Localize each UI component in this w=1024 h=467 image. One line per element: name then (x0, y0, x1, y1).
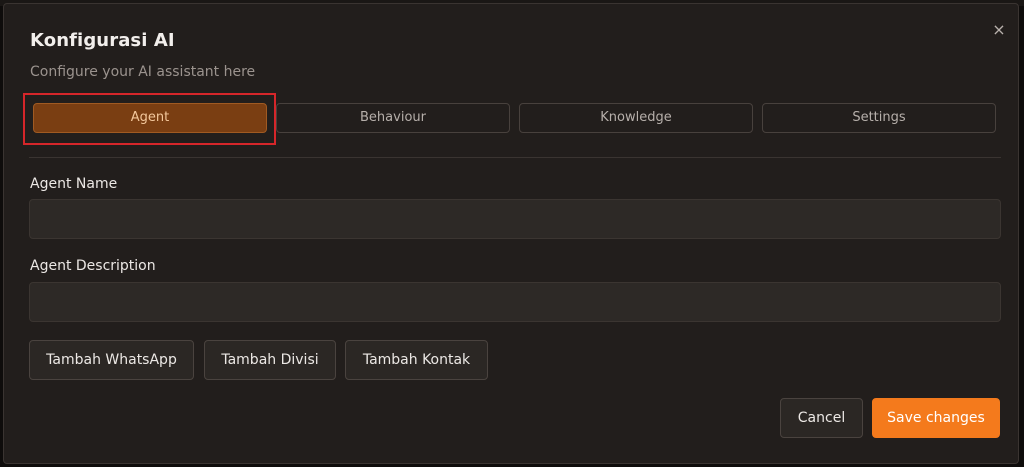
cancel-button[interactable]: Cancel (780, 398, 863, 438)
dialog-subtitle: Configure your AI assistant here (30, 64, 256, 80)
divider (29, 157, 1001, 158)
add-division-button[interactable]: Tambah Divisi (204, 340, 336, 380)
add-whatsapp-button[interactable]: Tambah WhatsApp (29, 340, 194, 380)
config-dialog: Konfigurasi AI Configure your AI assista… (3, 3, 1019, 464)
tab-behaviour[interactable]: Behaviour (276, 103, 510, 133)
agent-description-input[interactable] (29, 282, 1001, 322)
add-contact-button[interactable]: Tambah Kontak (345, 340, 488, 380)
dialog-title: Konfigurasi AI (30, 30, 175, 51)
agent-name-label: Agent Name (30, 176, 118, 192)
agent-description-label: Agent Description (30, 258, 156, 274)
save-button[interactable]: Save changes (872, 398, 1000, 438)
close-icon[interactable]: × (989, 20, 1009, 40)
agent-name-input[interactable] (29, 199, 1001, 239)
tab-knowledge[interactable]: Knowledge (519, 103, 753, 133)
tab-agent[interactable]: Agent (33, 103, 267, 133)
tab-settings[interactable]: Settings (762, 103, 996, 133)
